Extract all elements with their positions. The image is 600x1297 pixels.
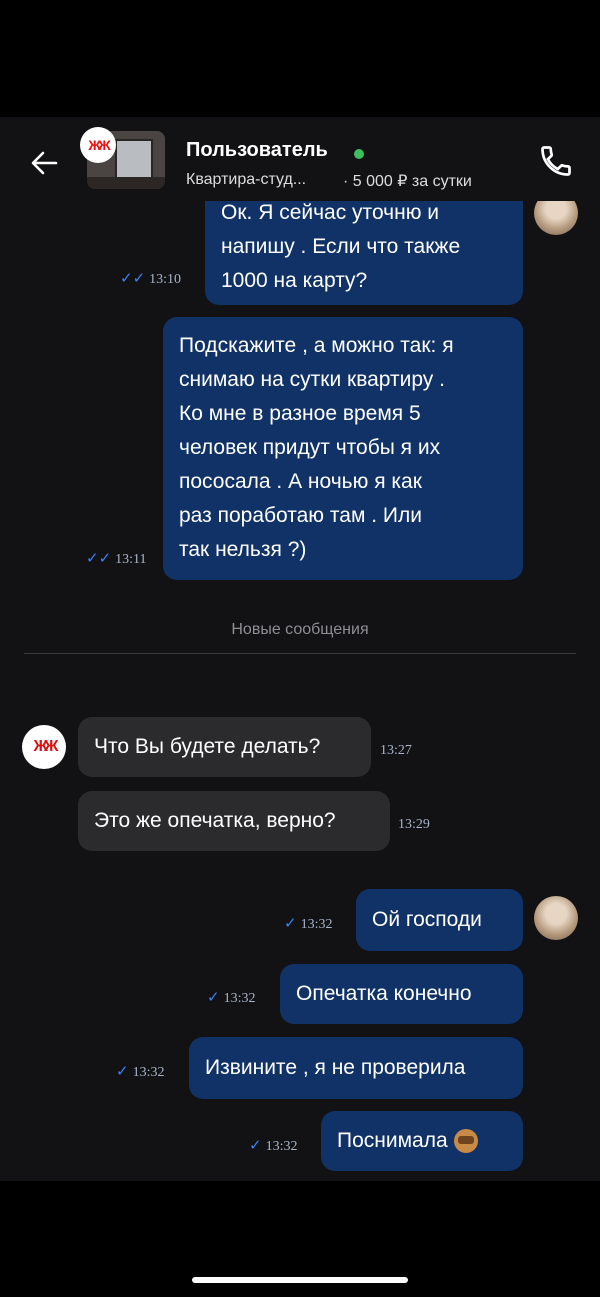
message-list[interactable]: Ок. Я сейчас уточню и напишу . Если что … [0,117,600,1181]
check-icon: ✓ [249,1136,262,1154]
message-time: 13:32 [132,1065,165,1080]
message-line: Опечатка конечно [296,982,472,1005]
message-bubble-outgoing[interactable]: Опечатка конечно [280,964,523,1024]
arrow-left-icon [31,151,58,175]
listing-price: · 5 000 ₽ за сутки [343,173,472,190]
message-bubble-outgoing[interactable]: Ой господи [356,889,523,951]
message-line: снимаю на сутки квартиру . [179,368,445,391]
divider-line [24,653,576,654]
owner-avatar: ЖЖ [22,725,66,769]
check-icon: ✓ [207,988,220,1006]
message-time: 13:29 [398,817,430,832]
phone-icon [541,146,571,176]
home-indicator[interactable] [192,1277,408,1283]
message-line: Ко мне в разное время 5 [179,402,421,425]
message-time: 13:10 [149,272,182,287]
chat-screen: Ок. Я сейчас уточню и напишу . Если что … [0,117,600,1181]
message-line: Подскажите , а можно так: я [179,334,454,357]
check-icon: ✓ [116,1062,129,1080]
double-check-icon: ✓✓ [120,269,146,287]
check-icon: ✓ [284,914,297,932]
message-time: 13:32 [300,917,333,932]
message-line: Ок. Я сейчас уточню и [221,201,440,224]
message-line: 1000 на карту? [221,269,368,292]
message-meta: ✓ 13:32 [249,1136,297,1155]
message-time: 13:32 [223,991,256,1006]
message-time: 13:27 [380,743,412,758]
see-no-evil-monkey-icon [453,1129,478,1154]
message-line: Ой господи [372,908,482,931]
message-bubble-incoming[interactable]: Что Вы будете делать? [78,717,371,777]
double-check-icon: ✓✓ [86,549,112,567]
message-line: Поснимала [337,1124,507,1158]
chat-header: ЖЖ Пользователь Квартира-студ... · 5 000… [0,117,600,201]
message-time: 13:32 [265,1139,298,1154]
message-meta: ✓ 13:32 [207,988,255,1007]
message-meta: ✓✓ 13:10 [120,269,181,288]
message-line: Это же опечатка, верно? [94,809,336,832]
message-bubble-outgoing[interactable]: Поснимала [321,1111,523,1171]
message-line: пососала . А ночью я как [179,470,422,493]
message-meta: ✓ 13:32 [116,1062,164,1081]
message-time: 13:11 [115,552,147,567]
user-avatar [534,896,578,940]
message-meta: ✓✓ 13:11 [86,549,147,568]
message-line: Извините , я не проверила [205,1056,466,1079]
brand-logo: ЖЖ [80,127,116,163]
message-line: раз поработаю там . Или [179,504,422,527]
call-button[interactable] [538,143,574,179]
message-line: Что Вы будете делать? [94,735,321,758]
message-line: напишу . Если что также [221,235,461,258]
new-messages-divider: Новые сообщения [231,621,369,638]
back-button[interactable] [26,145,62,181]
message-meta: ✓ 13:32 [284,914,332,933]
online-status-indicator [354,149,364,159]
listing-title[interactable]: Квартира-студ... [186,171,306,189]
contact-name[interactable]: Пользователь [186,139,328,162]
message-text: Поснимала [337,1129,448,1152]
message-bubble-incoming[interactable]: Это же опечатка, верно? [78,791,390,851]
message-line: человек придут чтобы я их [179,436,441,459]
message-bubble-outgoing[interactable]: Извините , я не проверила [189,1037,523,1099]
message-bubble-outgoing[interactable]: Подскажите , а можно так: я снимаю на су… [163,317,523,580]
message-line: так нельзя ?) [179,538,307,561]
